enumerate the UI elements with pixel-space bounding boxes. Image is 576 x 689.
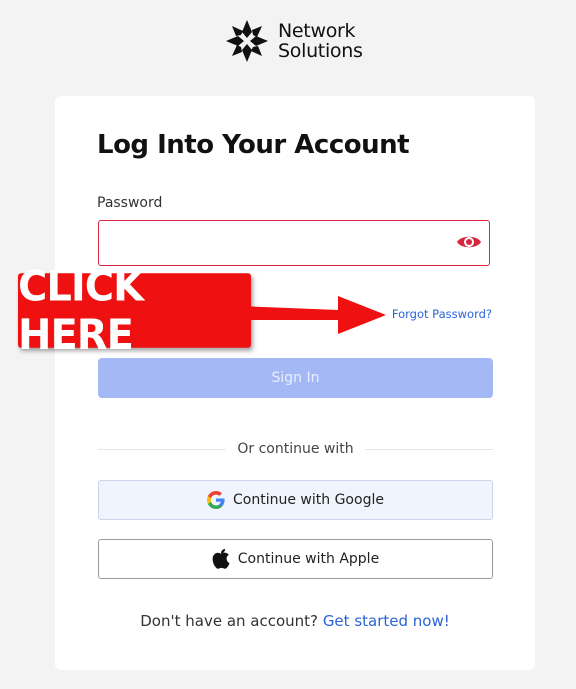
password-field[interactable] (98, 220, 490, 266)
apple-signin-button[interactable]: Continue with Apple (98, 539, 493, 579)
sign-in-button[interactable]: Sign In (98, 358, 493, 398)
signup-prompt: Don't have an account? Get started now! (55, 612, 535, 630)
brand-line-1: Network (278, 20, 356, 42)
network-solutions-logo-icon (226, 20, 268, 62)
brand-logo[interactable]: Network Solutions (224, 18, 363, 64)
google-button-label: Continue with Google (233, 492, 384, 508)
google-signin-button[interactable]: Continue with Google (98, 480, 493, 520)
eye-icon[interactable] (456, 232, 482, 252)
red-arrow-icon (240, 296, 386, 334)
apple-icon (212, 549, 230, 569)
brand-line-2: Solutions (278, 40, 363, 62)
password-label: Password (97, 195, 163, 211)
brand-wordmark: Network Solutions (278, 21, 363, 61)
click-here-callout: CLICK HERE (18, 262, 251, 359)
or-divider: Or continue with (98, 441, 493, 459)
get-started-link[interactable]: Get started now! (323, 612, 450, 630)
apple-button-label: Continue with Apple (237, 551, 380, 567)
page-title: Log Into Your Account (97, 130, 410, 160)
signup-text: Don't have an account? (140, 612, 319, 630)
login-card: Log Into Your Account Password Forgot Pa… (55, 96, 535, 670)
forgot-password-link[interactable]: Forgot Password? (392, 307, 492, 321)
divider-line-right (365, 449, 493, 450)
google-icon (207, 491, 225, 509)
